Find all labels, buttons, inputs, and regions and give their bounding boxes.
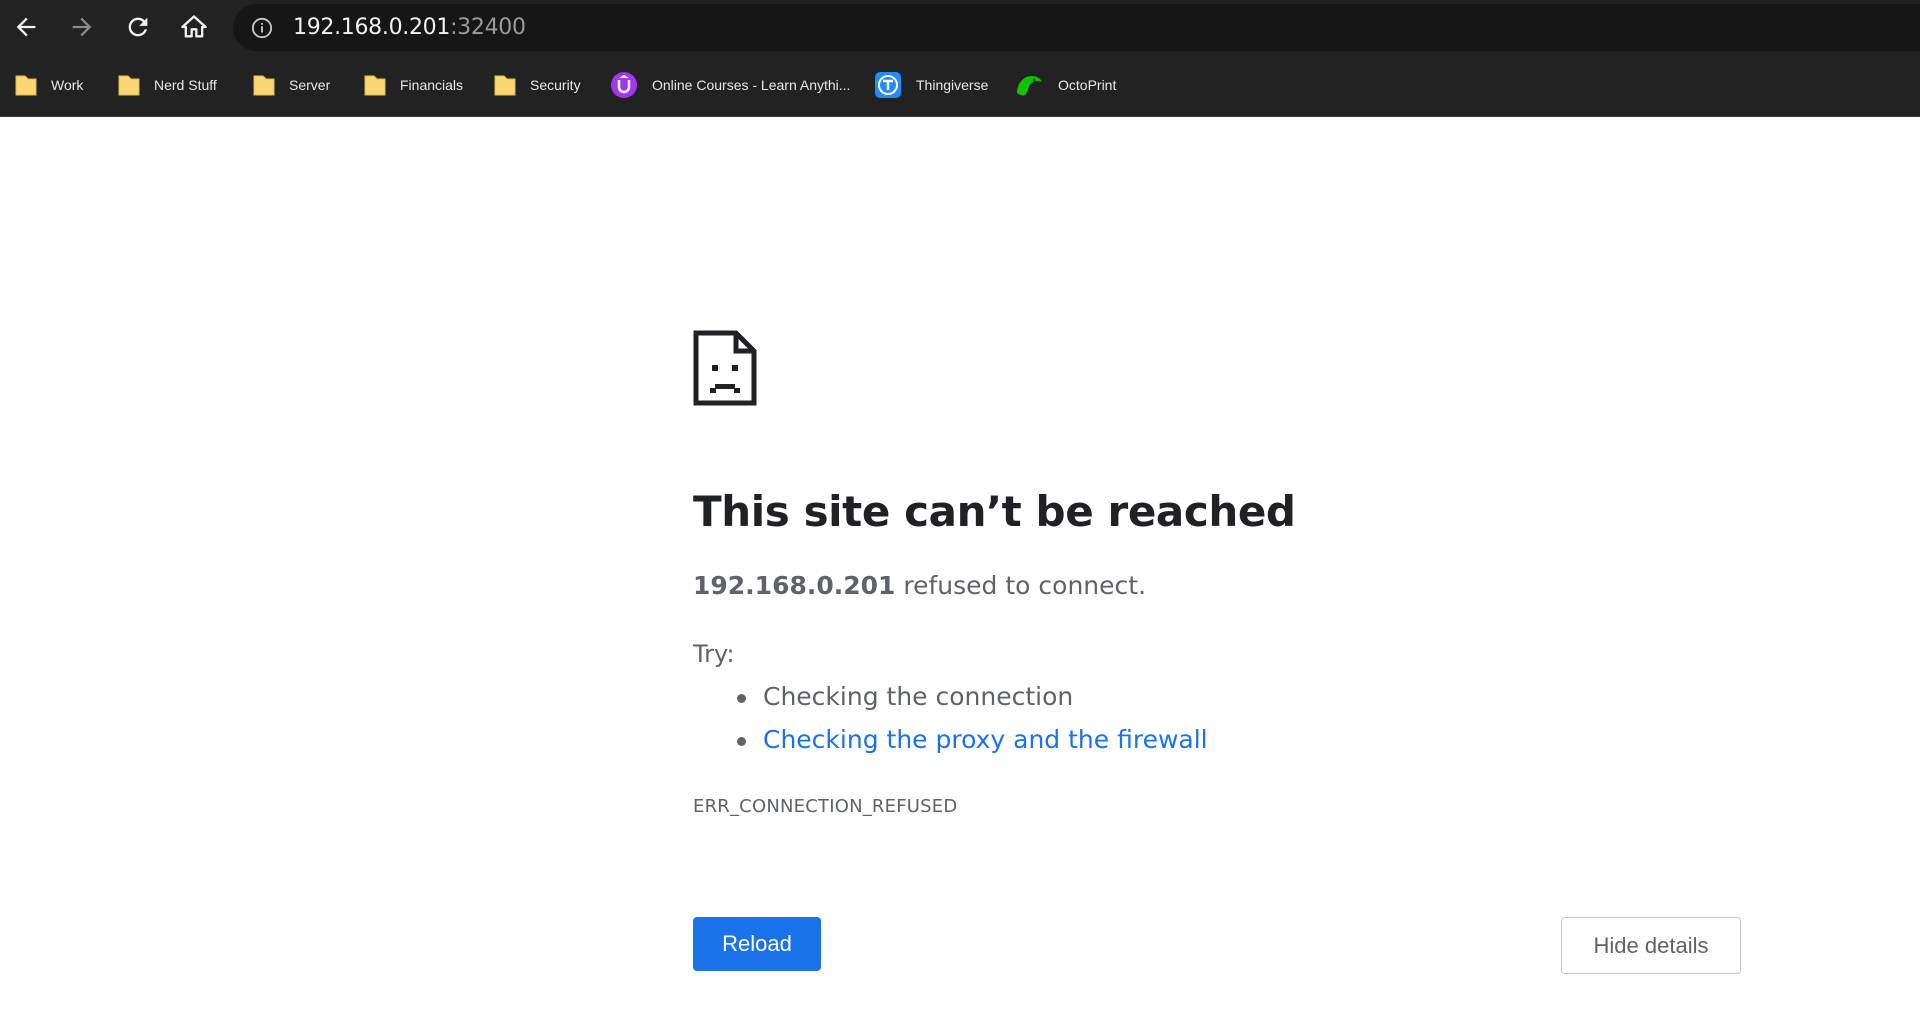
error-summary-text: refused to connect. [895, 571, 1147, 600]
bookmark-security[interactable]: Security [494, 68, 581, 102]
reload-button[interactable]: Reload [693, 917, 821, 971]
bookmark-work[interactable]: Work [15, 68, 83, 102]
arrow-left-icon [16, 17, 36, 37]
home-icon [181, 15, 207, 38]
back-button[interactable] [6, 7, 46, 47]
bookmark-label: Thingiverse [916, 77, 989, 93]
sad-file-icon [693, 330, 757, 406]
error-host: 192.168.0.201 [693, 571, 896, 600]
url-host: 192.168.0.201 [293, 15, 451, 40]
bookmark-label: OctoPrint [1058, 77, 1117, 93]
info-circle-icon[interactable] [251, 17, 273, 39]
folder-icon [15, 75, 37, 96]
bookmark-nerd-stuff[interactable]: Nerd Stuff [118, 68, 217, 102]
bookmark-label: Online Courses - Learn Anythi... [652, 77, 851, 93]
udemy-icon [611, 72, 637, 98]
thingiverse-icon [875, 72, 901, 98]
bookmarks-bar: Work Nerd Stuff Server Financials Securi… [0, 55, 1920, 117]
address-bar[interactable]: 192.168.0.201:32400 [233, 4, 1920, 51]
bookmark-label: Security [530, 77, 581, 93]
folder-icon [253, 75, 275, 96]
hide-details-button[interactable]: Hide details [1561, 917, 1741, 974]
bookmark-server[interactable]: Server [253, 68, 330, 102]
reload-icon [128, 17, 148, 37]
folder-icon [364, 75, 386, 96]
browser-toolbar: 192.168.0.201:32400 [0, 0, 1920, 55]
forward-button[interactable] [62, 7, 102, 47]
octoprint-icon [1017, 76, 1042, 96]
bookmark-thingiverse[interactable]: Thingiverse [874, 68, 988, 102]
try-label: Try: [693, 640, 735, 668]
error-code: ERR_CONNECTION_REFUSED [693, 796, 958, 817]
error-title: This site can’t be reached [693, 487, 1296, 536]
home-button[interactable] [174, 7, 214, 47]
bookmark-online-courses[interactable]: Online Courses - Learn Anythi... [610, 68, 850, 102]
bookmark-label: Work [51, 77, 84, 93]
bookmark-label: Financials [400, 77, 464, 93]
url-text[interactable]: 192.168.0.201:32400 [293, 15, 526, 41]
bookmark-label: Server [289, 77, 331, 93]
bookmark-octoprint[interactable]: OctoPrint [1014, 68, 1116, 102]
arrow-right-icon [72, 17, 92, 37]
bookmark-label: Nerd Stuff [154, 77, 217, 93]
folder-icon [494, 75, 516, 96]
bookmark-financials[interactable]: Financials [364, 68, 463, 102]
suggestion-check-proxy-link[interactable]: Checking the proxy and the firewall [693, 725, 1208, 768]
suggestions-list: Checking the connection Checking the pro… [693, 682, 1208, 768]
reload-nav-button[interactable] [118, 7, 158, 47]
suggestion-check-connection: Checking the connection [693, 682, 1208, 725]
folder-icon [118, 75, 140, 96]
error-summary: 192.168.0.201 refused to connect. [693, 571, 1146, 600]
url-port: :32400 [450, 15, 526, 40]
